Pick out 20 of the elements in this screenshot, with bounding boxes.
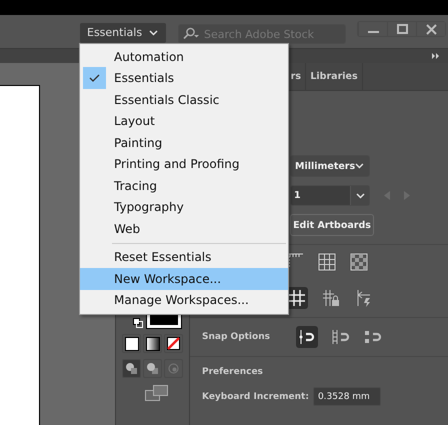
menu-item[interactable]: New Workspace...: [80, 268, 288, 290]
menu-item[interactable]: Layout: [80, 110, 288, 132]
menu-item[interactable]: Essentials Classic: [80, 89, 288, 110]
menu-item[interactable]: Printing and Proofing: [80, 154, 288, 175]
menu-item[interactable]: Reset Essentials: [80, 246, 288, 268]
units-dropdown[interactable]: Millimeters: [290, 155, 370, 177]
keyboard-increment-field[interactable]: 0.3528 mm: [312, 387, 381, 406]
menu-item[interactable]: Painting: [80, 132, 288, 154]
keyboard-increment-label: Keyboard Increment:: [202, 392, 309, 402]
menu-item[interactable]: Typography: [80, 196, 288, 218]
snap-options-label: Snap Options: [202, 332, 270, 342]
menu-item[interactable]: Manage Workspaces...: [80, 290, 288, 311]
menu-item[interactable]: Automation: [80, 46, 288, 68]
menu-item[interactable]: Tracing: [80, 175, 288, 196]
preferences-heading: Preferences: [202, 367, 264, 377]
menu-item[interactable]: Essentials: [80, 68, 288, 89]
artboard-select[interactable]: 1: [290, 185, 370, 206]
menu-item[interactable]: Web: [80, 218, 288, 240]
workspace-switcher[interactable]: Essentials: [80, 22, 166, 42]
edit-artboards-button[interactable]: Edit Artboards: [290, 214, 374, 236]
